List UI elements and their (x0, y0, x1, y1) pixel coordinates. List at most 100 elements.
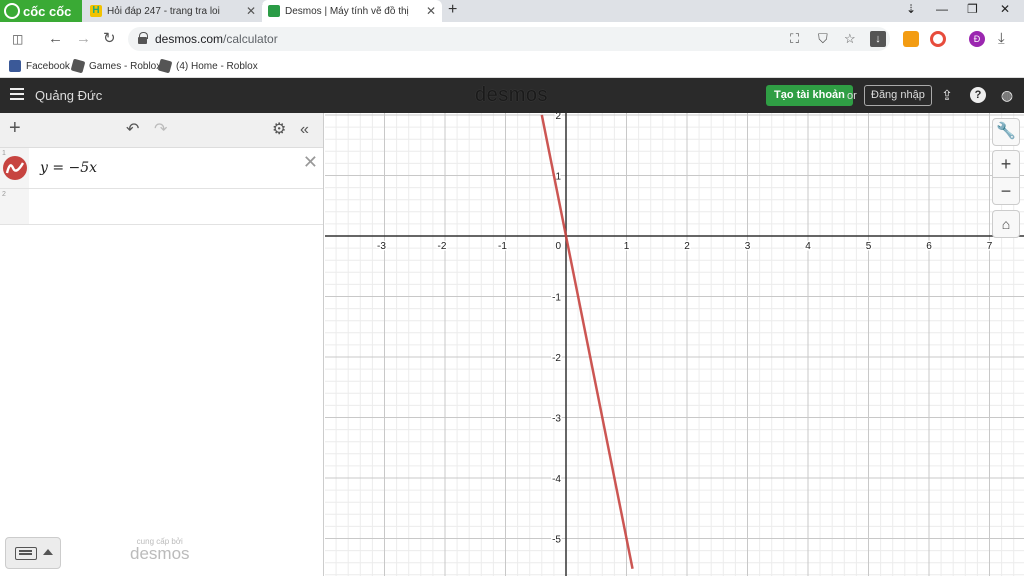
x-tick-label: -1 (498, 241, 507, 252)
lock-icon (138, 32, 148, 44)
expression-index: 2 (2, 191, 6, 198)
undo-icon[interactable]: ↶ (126, 121, 139, 139)
x-tick-label: 1 (624, 241, 630, 252)
zoom-out-button[interactable]: − (992, 177, 1020, 205)
graph-settings-wrench-icon[interactable]: 🔧 (992, 118, 1020, 146)
globe-icon[interactable]: ◍ (999, 87, 1015, 103)
brand-label: cốc cốc (23, 3, 72, 19)
graph-color-toggle-icon[interactable] (3, 156, 27, 180)
back-icon[interactable]: ← (48, 31, 63, 47)
add-item-icon[interactable]: + (9, 118, 21, 138)
menu-icon[interactable] (10, 88, 24, 100)
expression-toolbar: + ↶ ↷ ⚙ « (0, 113, 323, 148)
y-tick-label: -4 (552, 474, 561, 485)
coccoc-logo-icon (4, 3, 20, 19)
browser-tab-bar: cốc cốc H Hỏi đáp 247 - trang tra loi ✕ … (0, 0, 1024, 22)
bookmark-games-roblox[interactable]: Games - Roblox (70, 58, 162, 74)
coccoc-extension-icon[interactable] (930, 31, 946, 47)
x-tick-label: 3 (745, 241, 751, 252)
tab-hoidap[interactable]: H Hỏi đáp 247 - trang tra loi ✕ (84, 0, 262, 22)
sidebar-toggle-icon[interactable]: ◫ (12, 31, 23, 47)
close-window-icon[interactable]: ✕ (1000, 2, 1010, 16)
bookmark-label: Facebook (26, 60, 70, 72)
zoom-in-button[interactable]: + (992, 150, 1020, 178)
y-tick-label: -5 (552, 535, 561, 546)
facebook-icon (9, 60, 21, 72)
bookmark-label: Games - Roblox (89, 60, 162, 72)
downloads-icon[interactable]: ⤓ (998, 31, 1005, 47)
x-tick-label: 7 (987, 241, 993, 252)
extension-icon[interactable] (903, 31, 919, 47)
minimize-icon[interactable]: — (936, 2, 948, 16)
default-view-home-icon[interactable]: ⌂ (992, 210, 1020, 238)
origin-label: 0 (555, 241, 561, 252)
url-bar[interactable]: desmos.com/calculator ⛶ ⛉ ☆ ↓ (128, 27, 890, 51)
expression-panel: + ↶ ↷ ⚙ « 1 y = −5x ✕ 2 cung cấp bởi des… (0, 113, 324, 576)
y-tick-label: 2 (555, 113, 561, 122)
help-icon[interactable]: ? (970, 87, 986, 103)
restore-icon[interactable]: ❐ (967, 2, 978, 16)
settings-gear-icon[interactable]: ⚙ (272, 121, 286, 139)
graph-title[interactable]: Quảng Đức (35, 88, 102, 103)
bookmark-facebook[interactable]: Facebook (9, 60, 70, 72)
powered-by-desmos[interactable]: cung cấp bởi desmos (130, 537, 190, 562)
coccoc-brand-button[interactable]: cốc cốc (0, 0, 82, 22)
tab-title: Hỏi đáp 247 - trang tra loi (107, 5, 220, 17)
create-account-button[interactable]: Tạo tài khoản (766, 85, 853, 106)
graph-curve-y-minus-5x (540, 114, 634, 569)
y-tick-label: -2 (552, 353, 561, 364)
bookmark-home-roblox[interactable]: (4) Home - Roblox (157, 58, 258, 74)
x-tick-label: -3 (377, 241, 386, 252)
desmos-header: Quảng Đức desmos Tạo tài khoản or Đăng n… (0, 78, 1024, 113)
redo-icon[interactable]: ↷ (154, 121, 167, 139)
roblox-icon (70, 58, 86, 74)
expression-formula[interactable]: y = −5x (40, 160, 97, 176)
new-tab-icon[interactable]: + (448, 1, 457, 19)
reload-icon[interactable]: ↻ (103, 31, 116, 47)
x-tick-label: -2 (438, 241, 447, 252)
y-tick-label: -1 (552, 293, 561, 304)
x-tick-label: 6 (926, 241, 932, 252)
download-save-icon[interactable]: ↓ (870, 31, 886, 47)
star-icon[interactable]: ☆ (844, 31, 856, 47)
curves (540, 114, 634, 569)
powered-by-logo: desmos (130, 544, 190, 563)
share-icon[interactable]: ⇪ (939, 87, 955, 103)
keyboard-icon (15, 547, 37, 560)
forward-icon[interactable]: → (76, 31, 91, 47)
or-label: or (847, 90, 857, 102)
roblox-icon (157, 58, 173, 74)
login-button[interactable]: Đăng nhập (864, 85, 932, 106)
tab-search-icon[interactable]: ⇣ (906, 2, 916, 16)
graph-paper[interactable]: -3 -2 -1 1 2 3 4 5 6 7 2 1 -1 -2 -3 -4 -5 0 (325, 113, 1024, 576)
collapse-panel-icon[interactable]: « (300, 121, 309, 139)
y-tick-label: -3 (552, 414, 561, 425)
desmos-logo: desmos (475, 84, 549, 106)
x-tick-label: 4 (805, 241, 811, 252)
minor-gridlines (325, 113, 1024, 576)
tab-desmos[interactable]: Desmos | Máy tính vẽ đồ thị ✕ (262, 0, 442, 22)
bookmarks-bar: Facebook Games - Roblox (4) Home - Roblo… (0, 56, 1024, 78)
bookmark-label: (4) Home - Roblox (176, 60, 258, 72)
url-text: desmos.com/calculator (155, 32, 278, 46)
expression-gutter: 1 (0, 148, 29, 188)
graph-canvas[interactable]: -3 -2 -1 1 2 3 4 5 6 7 2 1 -1 -2 -3 -4 -5 0 (325, 113, 1024, 576)
profile-avatar[interactable]: Đ (969, 31, 985, 47)
address-toolbar: ◫ ← → ↻ desmos.com/calculator ⛶ ⛉ ☆ ↓ Đ … (0, 22, 1024, 56)
translate-icon[interactable]: ⛶ (790, 31, 799, 47)
x-tick-label: 2 (684, 241, 690, 252)
caret-up-icon (43, 549, 53, 555)
x-tick-label: 5 (866, 241, 872, 252)
expression-gutter: 2 (0, 189, 29, 224)
expression-row[interactable]: 1 y = −5x ✕ (0, 148, 323, 189)
close-tab-icon[interactable]: ✕ (246, 4, 256, 18)
desmos-favicon-icon (268, 5, 280, 17)
y-tick-label: 1 (555, 172, 561, 183)
shield-icon[interactable]: ⛉ (818, 31, 828, 47)
tab-title: Desmos | Máy tính vẽ đồ thị (285, 5, 409, 17)
close-tab-icon[interactable]: ✕ (426, 4, 436, 18)
expression-row-empty[interactable]: 2 (0, 189, 323, 225)
delete-expression-icon[interactable]: ✕ (303, 152, 318, 173)
hoidap-favicon-icon: H (90, 5, 102, 17)
keyboard-toggle-button[interactable] (5, 537, 61, 569)
